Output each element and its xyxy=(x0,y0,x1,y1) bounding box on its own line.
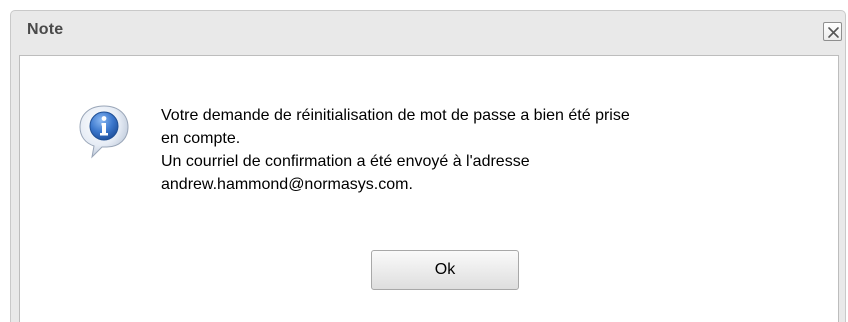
note-dialog: Note Votre demande de réinitialisation d… xyxy=(10,10,846,322)
close-icon xyxy=(828,27,839,38)
message-line: Un courriel de confirmation a été envoyé… xyxy=(161,153,530,170)
message-line: en compte. xyxy=(161,130,241,147)
message-line: Votre demande de réinitialisation de mot… xyxy=(161,107,630,124)
dialog-message: Votre demande de réinitialisation de mot… xyxy=(161,104,821,196)
info-icon xyxy=(79,105,129,159)
close-button[interactable] xyxy=(823,22,842,41)
dialog-titlebar[interactable]: Note xyxy=(11,11,845,51)
dialog-content: Votre demande de réinitialisation de mot… xyxy=(19,55,839,322)
ok-button[interactable]: Ok xyxy=(371,250,519,290)
dialog-title: Note xyxy=(27,21,64,38)
message-line: andrew.hammond@normasys.com. xyxy=(161,176,413,193)
